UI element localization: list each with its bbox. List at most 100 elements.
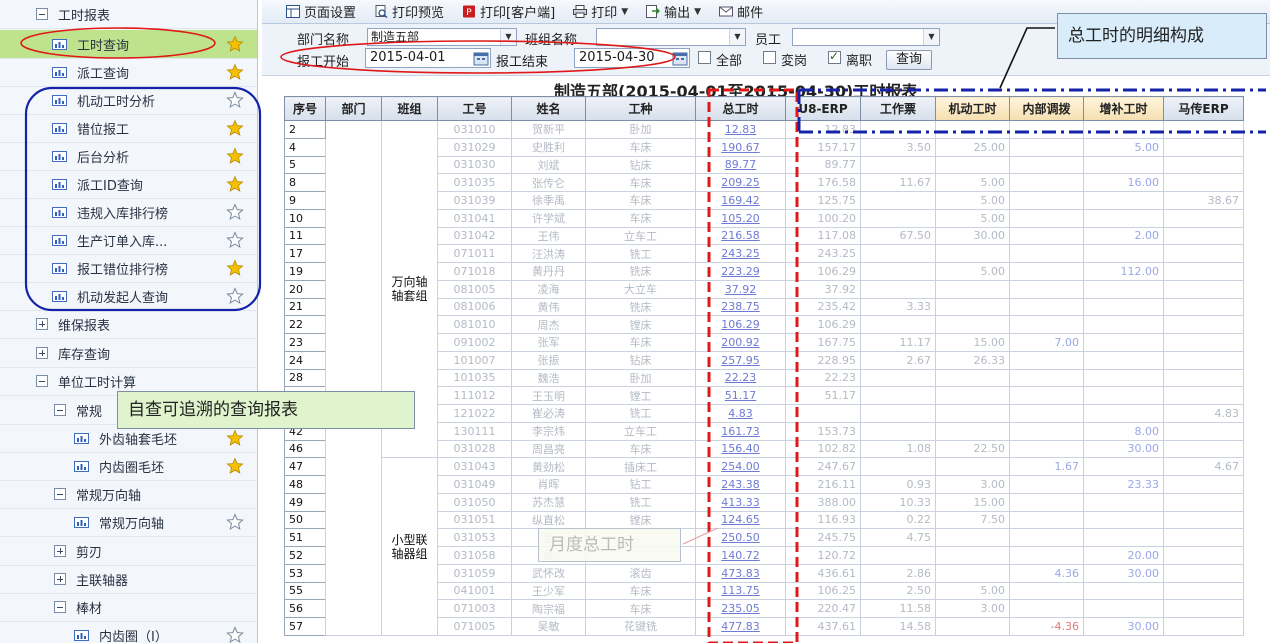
- sidebar-item[interactable]: 派工ID查询: [0, 170, 257, 198]
- expand-icon[interactable]: [54, 573, 66, 585]
- sidebar-item[interactable]: 派工查询: [0, 58, 257, 86]
- employee-select[interactable]: ▼: [792, 28, 940, 46]
- sidebar-item[interactable]: 机动工时分析: [0, 86, 257, 114]
- total-hours-link[interactable]: 105.20: [695, 208, 786, 228]
- column-header[interactable]: 部门: [325, 96, 382, 121]
- collapse-icon[interactable]: [36, 375, 48, 387]
- column-header[interactable]: 机动工时: [935, 96, 1010, 121]
- collapse-icon[interactable]: [54, 488, 66, 500]
- sidebar-item[interactable]: 生产订单入库...: [0, 226, 257, 254]
- total-hours-link[interactable]: 51.17: [695, 386, 786, 405]
- expand-icon[interactable]: [54, 545, 66, 557]
- chevron-down-icon[interactable]: ▼: [500, 29, 516, 45]
- table-row[interactable]: 2 万向轴轴套组 031010 贺新平 卧加 12.83 12.83: [284, 119, 1244, 636]
- favorite-star-icon[interactable]: [226, 429, 244, 447]
- toolbar-button[interactable]: 打印预览: [374, 2, 444, 21]
- sidebar-item[interactable]: 错位报工: [0, 114, 257, 142]
- toolbar-button[interactable]: 页面设置: [286, 2, 356, 21]
- favorite-star-icon[interactable]: [226, 35, 244, 53]
- toolbar-button[interactable]: 输出 ▼: [646, 2, 701, 21]
- total-hours-link[interactable]: 257.95: [695, 350, 786, 370]
- total-hours-link[interactable]: 477.83: [695, 617, 786, 636]
- total-hours-link[interactable]: 209.25: [695, 173, 786, 192]
- chevron-down-icon[interactable]: ▼: [621, 7, 628, 17]
- total-hours-link[interactable]: 235.05: [695, 599, 786, 618]
- total-hours-link[interactable]: 190.67: [695, 137, 786, 157]
- sidebar-item[interactable]: 报工错位排行榜: [0, 254, 257, 282]
- chevron-down-icon[interactable]: ▼: [694, 7, 701, 17]
- transfer-checkbox[interactable]: [763, 51, 776, 64]
- total-hours-link[interactable]: 250.50: [695, 528, 786, 547]
- collapse-icon[interactable]: [54, 601, 66, 613]
- column-header[interactable]: 工作票: [860, 96, 936, 121]
- collapse-icon[interactable]: [36, 8, 48, 20]
- sidebar-item[interactable]: 内齿圈毛坯: [0, 452, 257, 480]
- column-header[interactable]: 总工时: [695, 96, 786, 121]
- total-hours-link[interactable]: 473.83: [695, 563, 786, 583]
- column-header[interactable]: 马传ERP: [1163, 96, 1244, 121]
- calendar-icon[interactable]: [473, 50, 489, 66]
- favorite-star-icon[interactable]: [226, 175, 244, 193]
- total-hours-link[interactable]: 106.29: [695, 315, 786, 334]
- sidebar-group[interactable]: 剪刃: [0, 537, 257, 565]
- column-header[interactable]: 内部调拨: [1009, 96, 1084, 121]
- chevron-down-icon[interactable]: ▼: [923, 29, 939, 45]
- column-header[interactable]: 增补工时: [1083, 96, 1164, 121]
- total-hours-link[interactable]: 243.25: [695, 244, 786, 263]
- favorite-star-icon[interactable]: [226, 457, 244, 475]
- column-header[interactable]: 班组: [381, 96, 438, 121]
- expand-icon[interactable]: [36, 318, 48, 330]
- sidebar-item[interactable]: 常规万向轴: [0, 508, 257, 536]
- total-hours-link[interactable]: 413.33: [695, 492, 786, 512]
- column-header[interactable]: U8-ERP: [785, 96, 861, 121]
- total-hours-link[interactable]: 254.00: [695, 457, 786, 476]
- total-hours-link[interactable]: 223.29: [695, 262, 786, 281]
- team-select[interactable]: ▼: [596, 28, 746, 46]
- total-hours-link[interactable]: 37.92: [695, 279, 786, 299]
- star-outline-icon[interactable]: [226, 231, 244, 249]
- star-outline-icon[interactable]: [226, 513, 244, 531]
- sidebar-group[interactable]: 库存查询: [0, 339, 257, 367]
- total-hours-link[interactable]: 156.40: [695, 439, 786, 459]
- total-hours-link[interactable]: 89.77: [695, 155, 786, 175]
- sidebar-group[interactable]: 维保报表: [0, 310, 257, 338]
- resigned-checkbox[interactable]: [828, 49, 841, 64]
- total-hours-link[interactable]: 140.72: [695, 546, 786, 565]
- total-hours-link[interactable]: 4.83: [695, 404, 786, 423]
- total-hours-link[interactable]: 12.83: [695, 120, 786, 139]
- total-hours-link[interactable]: 200.92: [695, 333, 786, 352]
- column-header[interactable]: 工号: [437, 96, 512, 121]
- chevron-down-icon[interactable]: ▼: [729, 29, 745, 45]
- total-hours-link[interactable]: 169.42: [695, 191, 786, 210]
- toolbar-button[interactable]: P 打印[客户端]: [462, 2, 555, 21]
- end-date-field[interactable]: 2015-04-30: [574, 48, 690, 68]
- favorite-star-icon[interactable]: [226, 119, 244, 137]
- favorite-star-icon[interactable]: [226, 63, 244, 81]
- favorite-star-icon[interactable]: [226, 147, 244, 165]
- star-outline-icon[interactable]: [226, 626, 244, 643]
- expand-icon[interactable]: [36, 347, 48, 359]
- column-header[interactable]: 序号: [284, 96, 326, 121]
- toolbar-button[interactable]: 打印 ▼: [573, 2, 628, 21]
- calendar-icon[interactable]: [672, 50, 688, 66]
- total-hours-link[interactable]: 216.58: [695, 226, 786, 246]
- table-row[interactable]: 47 小型联轴器组 031043 黄劲松 插床工 254.00 247.67 1.67 4.67: [284, 457, 1244, 636]
- dept-select[interactable]: 制造五部 ▼: [367, 28, 517, 46]
- total-hours-link[interactable]: 238.75: [695, 297, 786, 317]
- star-outline-icon[interactable]: [226, 287, 244, 305]
- star-outline-icon[interactable]: [226, 91, 244, 109]
- all-checkbox[interactable]: [698, 51, 711, 64]
- query-button[interactable]: 查询: [886, 50, 932, 70]
- column-header[interactable]: 工种: [585, 96, 696, 121]
- sidebar-item[interactable]: 违规入库排行榜: [0, 198, 257, 226]
- sidebar-group[interactable]: 棒材: [0, 593, 257, 621]
- total-hours-link[interactable]: 22.23: [695, 368, 786, 388]
- sidebar-group[interactable]: 工时报表: [0, 0, 257, 28]
- sidebar-item[interactable]: 后台分析: [0, 142, 257, 170]
- start-date-field[interactable]: 2015-04-01: [365, 48, 491, 68]
- sidebar-group[interactable]: 常规万向轴: [0, 480, 257, 508]
- collapse-icon[interactable]: [54, 404, 66, 416]
- column-header[interactable]: 姓名: [511, 96, 586, 121]
- toolbar-button[interactable]: 邮件: [719, 2, 763, 21]
- total-hours-link[interactable]: 113.75: [695, 581, 786, 601]
